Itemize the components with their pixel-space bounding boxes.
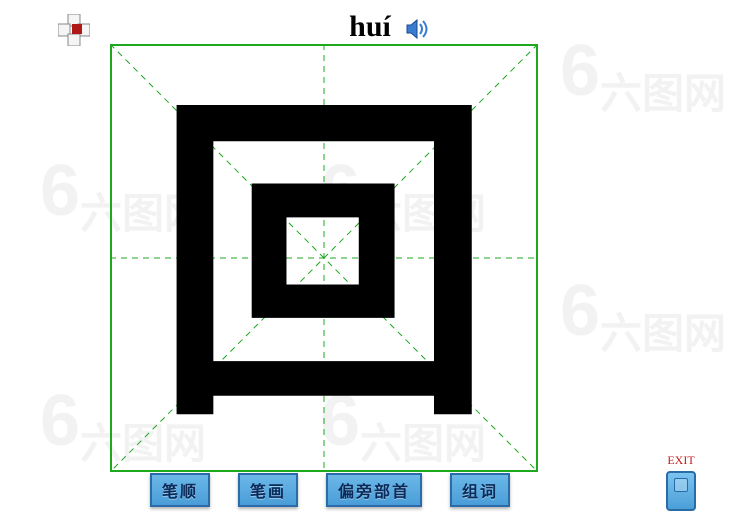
exit-button[interactable]: EXIT [666,453,696,511]
stroke-order-button[interactable]: 笔顺 [150,473,210,507]
pinyin-label: huí [0,10,740,44]
button-row: 笔顺 笔画 偏旁部首 组词 [150,473,510,507]
strokes-button[interactable]: 笔画 [238,473,298,507]
door-icon [666,471,696,511]
watermark-logo: 6 [40,380,80,462]
radical-button[interactable]: 偏旁部首 [326,473,422,507]
words-button[interactable]: 组词 [450,473,510,507]
watermark-logo: 6 [560,270,600,352]
character-glyph: 回 [110,44,538,472]
speaker-icon[interactable] [405,16,431,42]
exit-label: EXIT [666,453,696,468]
watermark-text: 六图网 [600,60,726,121]
character-grid: 回 [110,44,538,472]
watermark-text: 六图网 [600,300,726,361]
watermark-logo: 6 [40,150,80,232]
